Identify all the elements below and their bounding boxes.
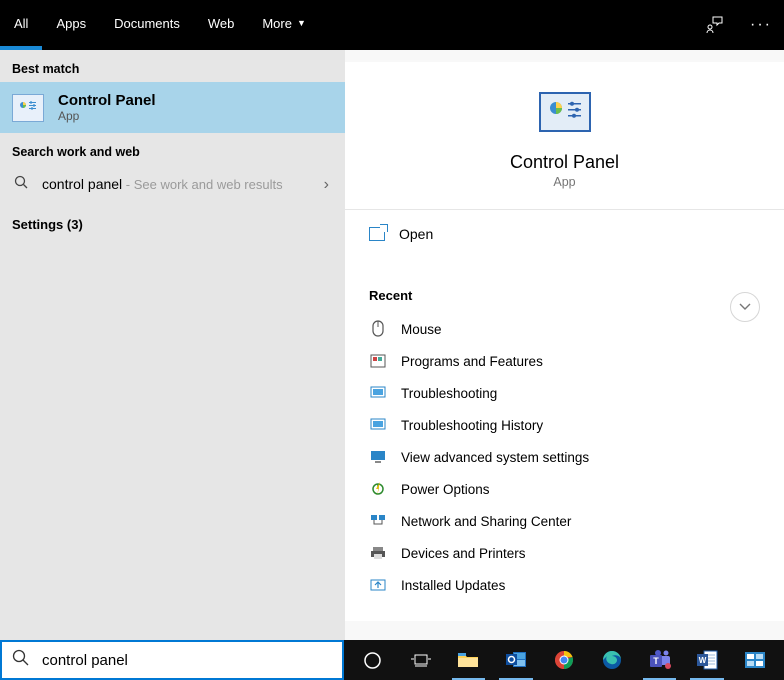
taskbar-chrome[interactable]	[541, 640, 587, 680]
recent-item-installed-updates[interactable]: Installed Updates	[369, 569, 760, 601]
task-view-icon	[411, 652, 431, 668]
search-box[interactable]	[0, 640, 344, 680]
printer-icon	[369, 544, 387, 562]
more-options-button[interactable]: ···	[738, 0, 784, 50]
monitor-icon	[369, 448, 387, 466]
caret-down-icon: ▼	[297, 18, 306, 28]
section-settings[interactable]: Settings (3)	[0, 205, 345, 244]
best-match-title: Control Panel	[58, 92, 156, 109]
web-search-query: control panel	[42, 176, 122, 192]
tab-documents[interactable]: Documents	[100, 0, 194, 50]
tab-more-label: More	[262, 16, 292, 31]
taskbar-app[interactable]	[732, 640, 778, 680]
recent-item-programs[interactable]: Programs and Features	[369, 345, 760, 377]
recent-item-label: Network and Sharing Center	[401, 514, 571, 529]
preview-subtitle: App	[345, 175, 784, 189]
recent-item-troubleshooting[interactable]: Troubleshooting	[369, 377, 760, 409]
mouse-icon	[369, 320, 387, 338]
tab-more[interactable]: More ▼	[248, 0, 320, 50]
chevron-right-icon: ›	[324, 176, 333, 194]
tab-web[interactable]: Web	[194, 0, 249, 50]
troubleshoot-icon	[369, 384, 387, 402]
svg-text:W: W	[699, 656, 707, 665]
tab-apps[interactable]: Apps	[42, 0, 100, 50]
edge-icon	[602, 650, 622, 670]
taskbar-cortana[interactable]	[350, 640, 396, 680]
taskbar-edge[interactable]	[589, 640, 635, 680]
web-search-hint: - See work and web results	[122, 177, 282, 192]
open-action[interactable]: Open	[345, 210, 784, 258]
recent-item-troubleshooting-history[interactable]: Troubleshooting History	[369, 409, 760, 441]
recent-item-label: View advanced system settings	[401, 450, 589, 465]
troubleshoot-history-icon	[369, 416, 387, 434]
taskbar-file-explorer[interactable]	[446, 640, 492, 680]
network-icon	[369, 512, 387, 530]
recent-item-power-options[interactable]: Power Options	[369, 473, 760, 505]
open-label: Open	[399, 226, 433, 242]
cortana-icon	[363, 651, 382, 670]
folder-icon	[457, 652, 479, 668]
taskbar-teams[interactable]: T	[637, 640, 683, 680]
outlook-icon	[505, 650, 527, 670]
programs-icon	[369, 352, 387, 370]
recent-item-mouse[interactable]: Mouse	[369, 313, 760, 345]
recent-item-label: Installed Updates	[401, 578, 505, 593]
taskbar-task-view[interactable]	[398, 640, 444, 680]
recent-item-network-sharing[interactable]: Network and Sharing Center	[369, 505, 760, 537]
taskbar: T W	[344, 640, 784, 680]
power-icon	[369, 480, 387, 498]
recent-item-devices-printers[interactable]: Devices and Printers	[369, 537, 760, 569]
ellipsis-icon: ···	[750, 16, 772, 34]
preview-app-icon	[539, 92, 591, 132]
recent-item-label: Mouse	[401, 322, 442, 337]
preview-pane: Control Panel App Open Recent Mouse Prog…	[345, 50, 784, 640]
search-input[interactable]	[42, 652, 332, 669]
search-icon	[12, 175, 30, 195]
best-match-result[interactable]: Control Panel App	[0, 82, 345, 133]
recent-item-label: Troubleshooting History	[401, 418, 543, 433]
tab-all[interactable]: All	[0, 0, 42, 50]
web-search-result[interactable]: control panel - See work and web results…	[0, 165, 345, 205]
recent-item-label: Devices and Printers	[401, 546, 526, 561]
app-icon	[745, 652, 765, 668]
open-icon	[369, 227, 385, 241]
chrome-icon	[554, 650, 574, 670]
section-best-match: Best match	[0, 50, 345, 82]
search-icon	[12, 649, 30, 672]
search-tabs-bar: All Apps Documents Web More ▼ ···	[0, 0, 784, 50]
recent-title: Recent	[369, 288, 760, 303]
preview-title: Control Panel	[345, 152, 784, 173]
taskbar-outlook[interactable]	[493, 640, 539, 680]
control-panel-icon	[12, 94, 44, 122]
recent-item-label: Troubleshooting	[401, 386, 497, 401]
feedback-button[interactable]	[692, 0, 738, 50]
updates-icon	[369, 576, 387, 594]
chevron-down-icon	[739, 298, 751, 316]
word-icon: W	[696, 650, 718, 670]
best-match-subtitle: App	[58, 109, 156, 123]
recent-item-label: Power Options	[401, 482, 490, 497]
teams-icon: T	[649, 650, 671, 670]
svg-text:T: T	[653, 656, 659, 666]
person-feedback-icon	[706, 16, 724, 34]
recent-item-label: Programs and Features	[401, 354, 543, 369]
taskbar-word[interactable]: W	[684, 640, 730, 680]
results-pane: Best match Control Panel App Search work…	[0, 50, 345, 640]
section-search-work-web: Search work and web	[0, 133, 345, 165]
recent-item-advanced-system[interactable]: View advanced system settings	[369, 441, 760, 473]
expand-actions-button[interactable]	[730, 292, 760, 322]
